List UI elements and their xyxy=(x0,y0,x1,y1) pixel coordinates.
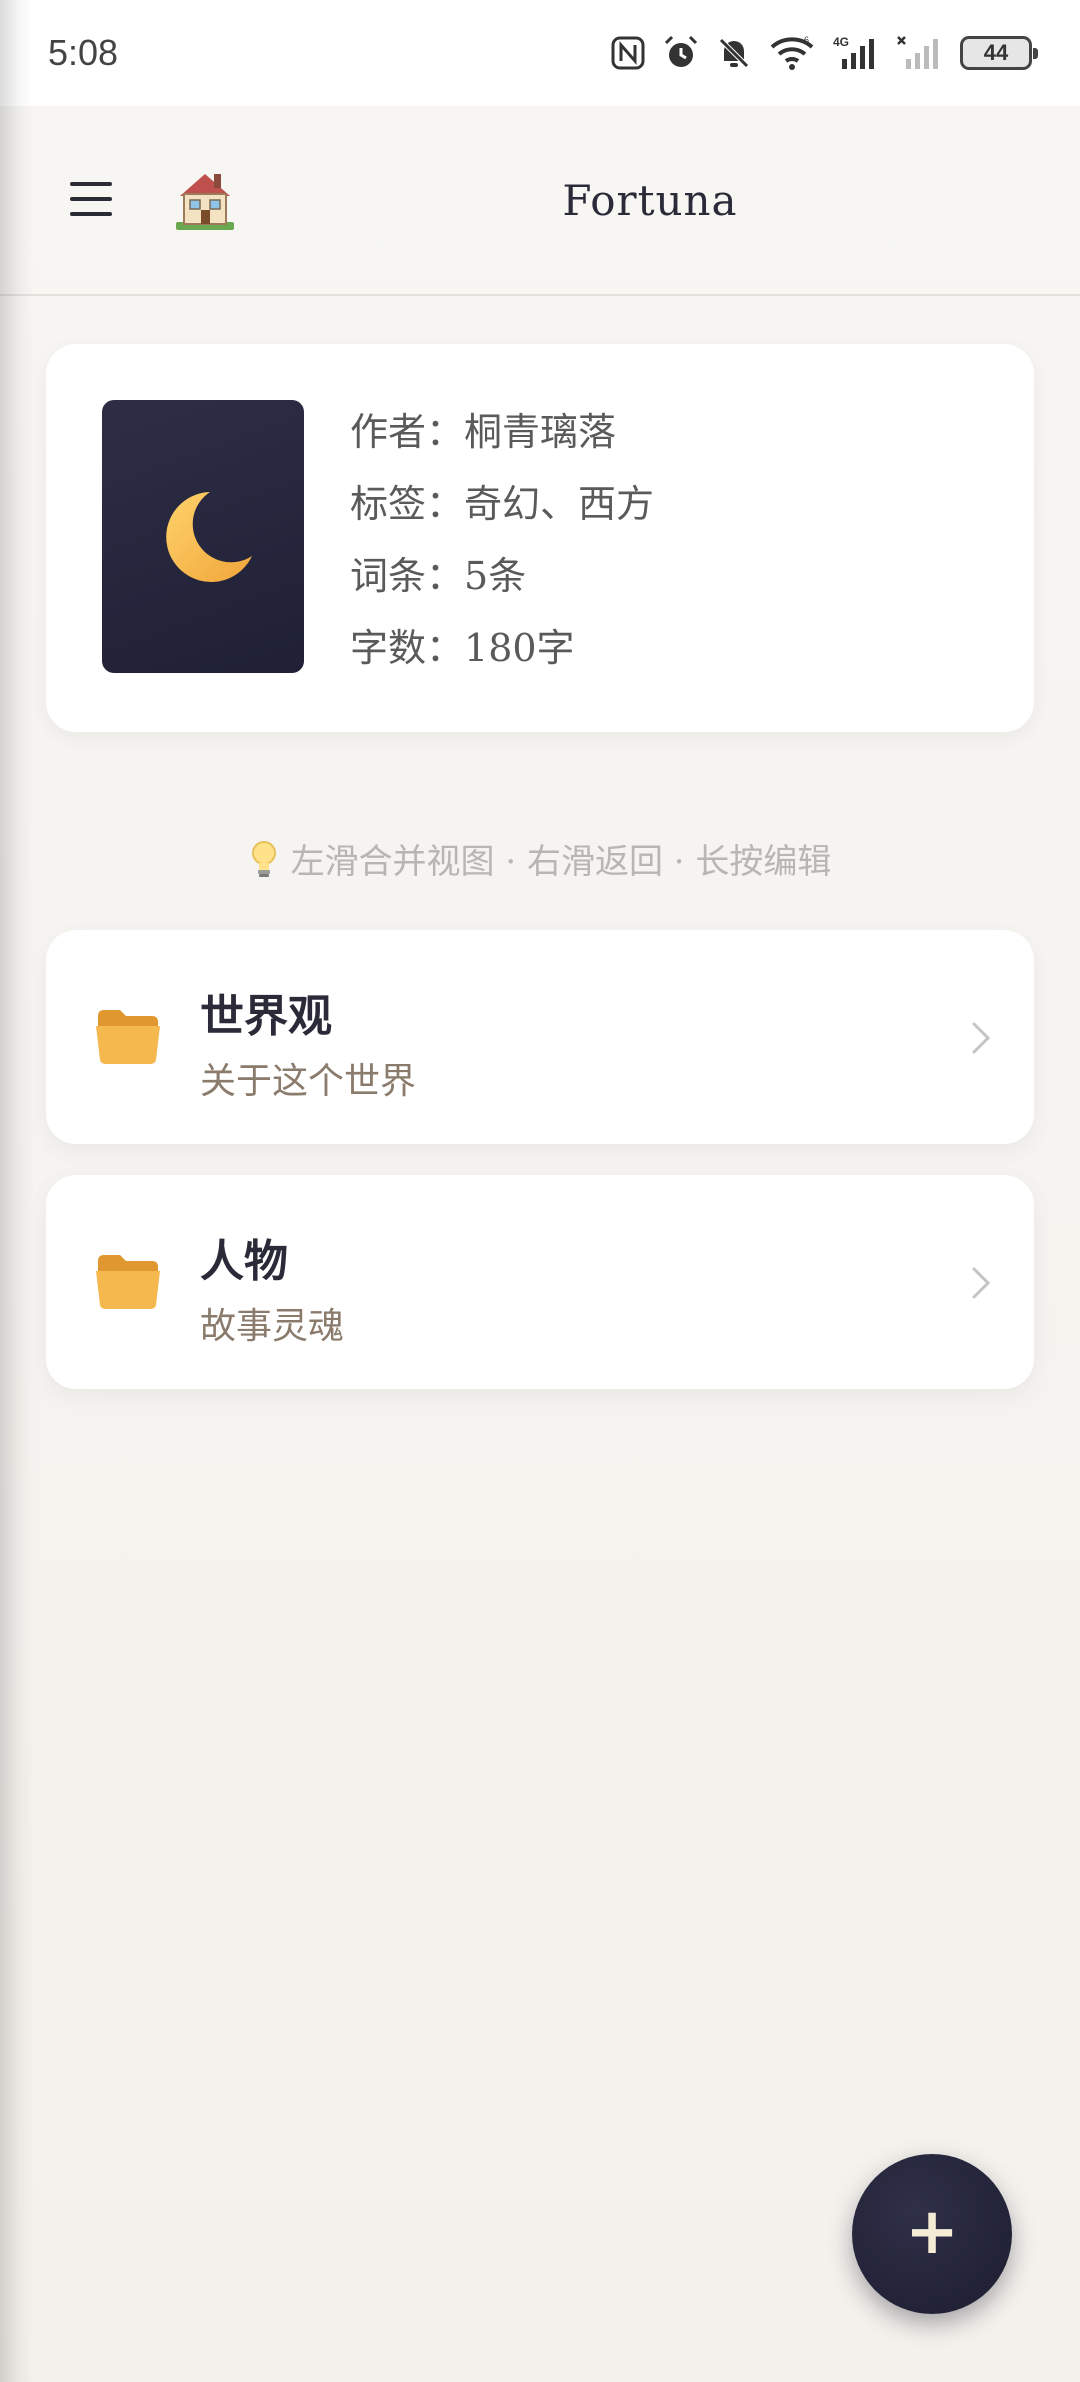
category-name: 世界观 xyxy=(200,991,332,1042)
entries-value: 5条 xyxy=(464,554,527,598)
nfc-icon xyxy=(610,35,646,71)
mute-icon xyxy=(716,35,752,71)
category-desc: 故事灵魂 xyxy=(200,1306,345,1347)
folder-icon xyxy=(96,1010,160,1064)
add-button[interactable]: + xyxy=(852,2154,1012,2314)
chevron-right-icon xyxy=(972,1267,991,1299)
book-meta: 作者： 桐青璃落 标签： 奇幻、西方 词条： 5条 字数： 180字 xyxy=(350,396,654,684)
hamburger-menu-icon[interactable] xyxy=(66,174,116,224)
app-bar: Fortuna xyxy=(0,106,1080,296)
folder-icon xyxy=(96,1255,160,1309)
status-bar: 5:08 6 4G 44 xyxy=(0,0,1080,106)
app-title: Fortuna xyxy=(562,176,738,225)
entries-row: 词条： 5条 xyxy=(350,540,654,612)
plus-icon: + xyxy=(905,2195,959,2269)
status-icons: 6 4G 44 xyxy=(610,34,1038,72)
book-info-card[interactable]: 作者： 桐青璃落 标签： 奇幻、西方 词条： 5条 字数： 180字 xyxy=(46,344,1034,732)
book-cover[interactable] xyxy=(102,400,304,673)
words-row: 字数： 180字 xyxy=(350,612,654,684)
signal-4g-icon: 4G xyxy=(832,35,880,71)
signal-no-service-icon xyxy=(896,35,944,71)
alarm-icon xyxy=(662,34,700,72)
hint-text: 左滑合并视图 · 右滑返回 · 长按编辑 xyxy=(290,842,832,882)
tags-row: 标签： 奇幻、西方 xyxy=(350,468,654,540)
author-label: 作者： xyxy=(350,410,465,454)
author-row: 作者： 桐青璃落 xyxy=(350,396,654,468)
author-value: 桐青璃落 xyxy=(464,410,617,454)
category-card-worldview[interactable]: 世界观 关于这个世界 xyxy=(46,930,1034,1144)
crescent-moon-icon xyxy=(166,491,252,582)
screen: 5:08 6 4G 44 Fortuna 作者： 桐青璃落 标签： 奇幻、西方 … xyxy=(0,0,1080,2382)
words-label: 字数： xyxy=(350,626,465,670)
lightbulb-icon xyxy=(251,840,276,877)
tags-value: 奇幻、西方 xyxy=(464,482,655,526)
wifi-icon: 6 xyxy=(768,35,816,71)
category-name: 人物 xyxy=(200,1236,288,1287)
category-desc: 关于这个世界 xyxy=(200,1061,417,1102)
svg-text:6: 6 xyxy=(804,35,809,45)
drawer-edge-shadow xyxy=(0,0,34,2382)
gesture-hint: 左滑合并视图 · 右滑返回 · 长按编辑 xyxy=(0,834,1080,883)
status-time: 5:08 xyxy=(48,32,119,73)
tags-label: 标签： xyxy=(350,482,465,526)
battery-icon: 44 xyxy=(960,36,1038,70)
entries-label: 词条： xyxy=(350,554,465,598)
house-icon[interactable] xyxy=(170,166,240,232)
words-value: 180字 xyxy=(464,626,575,670)
svg-text:4G: 4G xyxy=(833,35,849,49)
category-card-characters[interactable]: 人物 故事灵魂 xyxy=(46,1175,1034,1389)
chevron-right-icon xyxy=(972,1022,991,1054)
